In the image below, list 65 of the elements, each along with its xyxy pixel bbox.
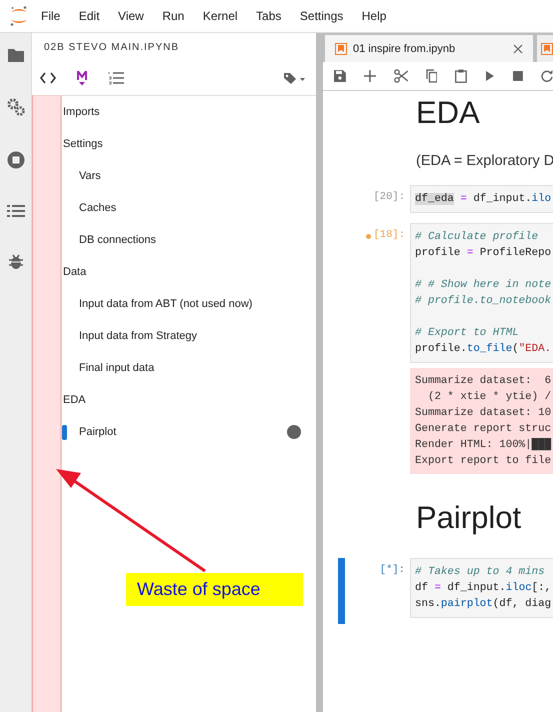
toc-item[interactable]: Data bbox=[63, 266, 86, 278]
code-editor[interactable]: df_eda = df_input.ilo bbox=[410, 185, 553, 213]
code-line: df = df_input.iloc[:, bbox=[415, 581, 552, 596]
busy-dot bbox=[287, 425, 301, 439]
add-icon[interactable] bbox=[364, 70, 376, 82]
restart-icon[interactable] bbox=[541, 70, 553, 82]
bug-icon[interactable] bbox=[8, 253, 24, 271]
gears-icon[interactable] bbox=[6, 98, 24, 116]
numbered-list-icon[interactable] bbox=[108, 71, 124, 85]
menu-item[interactable]: File bbox=[41, 9, 60, 23]
markdown-icon[interactable] bbox=[76, 70, 88, 86]
save-icon[interactable] bbox=[334, 70, 346, 82]
folder-icon[interactable] bbox=[6, 47, 24, 63]
running-indicator bbox=[62, 425, 67, 440]
code-line: # # Show here in note bbox=[415, 278, 552, 293]
menu-item[interactable]: View bbox=[118, 9, 144, 23]
toc-item[interactable]: Pairplot bbox=[79, 426, 116, 438]
code-line: # Calculate profile bbox=[415, 230, 540, 245]
panel-title: 02B STEVO MAIN.IPYNB bbox=[44, 42, 180, 52]
cell-prompt: [20]: bbox=[373, 191, 405, 203]
stop-icon[interactable] bbox=[6, 151, 24, 169]
run-icon[interactable] bbox=[485, 70, 496, 82]
modified-dot bbox=[366, 234, 372, 239]
notebook-tab[interactable]: 01 inspire from.ipynb bbox=[325, 35, 533, 62]
annotation-label: Waste of space bbox=[126, 573, 303, 606]
code-line: profile = ProfileRepo bbox=[415, 246, 552, 261]
cell-prompt: [*]: bbox=[380, 564, 405, 576]
stop-icon[interactable] bbox=[513, 71, 524, 81]
menu-item[interactable]: Edit bbox=[78, 9, 100, 23]
code-line: # Takes up to 4 mins bbox=[415, 565, 546, 580]
active-cell-bar bbox=[338, 558, 345, 624]
logo-icon[interactable] bbox=[9, 5, 29, 27]
toc-item[interactable]: Input data from ABT (not used now) bbox=[79, 298, 252, 310]
notebook-heading: EDA bbox=[416, 94, 480, 132]
toc-item[interactable]: Settings bbox=[63, 138, 103, 150]
toc-item[interactable]: Imports bbox=[63, 106, 100, 118]
toc-item[interactable]: EDA bbox=[63, 394, 86, 406]
toc-item[interactable]: Vars bbox=[79, 170, 101, 182]
code-icon[interactable] bbox=[40, 72, 56, 84]
menu-item[interactable]: Tabs bbox=[256, 9, 282, 23]
menu-item[interactable]: Run bbox=[162, 9, 184, 23]
toc-item[interactable]: DB connections bbox=[79, 234, 156, 246]
notebook-heading: Pairplot bbox=[416, 499, 522, 537]
close-icon[interactable] bbox=[513, 44, 523, 54]
code-line: df_eda = df_input.ilo bbox=[415, 192, 552, 207]
menu-item[interactable]: Help bbox=[362, 9, 386, 23]
code-editor[interactable]: # Takes up to 4 mins df = df_input.iloc[:, sns.pairplot(df, diag bbox=[410, 558, 553, 618]
error-output: Summarize dataset: 6 (2 * xtie * ytie) / Summarize dataset: 10 Generate report struc Render HTML: 100%|███ Export report to file bbox=[410, 368, 553, 474]
copy-icon[interactable] bbox=[426, 69, 438, 83]
notebook-icon bbox=[335, 42, 347, 54]
code-line: profile.to_file("EDA. bbox=[415, 342, 552, 357]
list-icon[interactable] bbox=[6, 204, 24, 218]
code-line: sns.pairplot(df, diag bbox=[415, 597, 552, 612]
code-editor[interactable]: # Calculate profile profile = ProfileRepo # # Show here in note # profile.to_notebook # Export to HTML profile.to_file("EDA. bbox=[410, 223, 553, 363]
menu-item[interactable]: Kernel bbox=[202, 9, 238, 23]
code-line: # Export to HTML bbox=[415, 326, 520, 341]
paste-icon[interactable] bbox=[455, 69, 468, 83]
toc-item[interactable]: Caches bbox=[79, 202, 116, 214]
menu-item[interactable]: Settings bbox=[300, 9, 344, 23]
toc-item[interactable]: Input data from Strategy bbox=[79, 330, 198, 342]
tag-icon[interactable] bbox=[284, 72, 306, 84]
cell-prompt: [18]: bbox=[373, 229, 405, 241]
scissors-icon[interactable] bbox=[394, 69, 408, 83]
code-line: # profile.to_notebook bbox=[415, 294, 552, 309]
toc-item[interactable]: Final input data bbox=[79, 362, 154, 374]
